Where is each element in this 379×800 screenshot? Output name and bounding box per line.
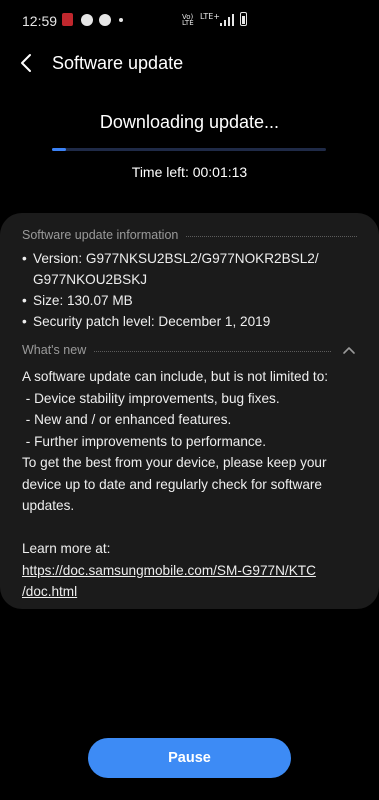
whats-new-line: A software update can include, but is no…: [22, 369, 329, 384]
lte-plus-icon: LTE+: [200, 12, 220, 21]
update-info-card: Software update information • Version: G9…: [0, 213, 379, 609]
whats-new-line: [22, 517, 367, 539]
list-item: • Size: 130.07 MB: [22, 293, 133, 308]
list-item: • Security patch level: December 1, 2019: [22, 314, 271, 329]
download-status: Downloading update...: [99, 112, 280, 132]
info-list: • Version: G977NKSU2BSL2/G977NOKR2BSL2/ G…: [22, 248, 362, 332]
divider: [94, 350, 331, 352]
info-section-header: Software update information: [22, 226, 357, 244]
messenger-icon: [81, 14, 93, 26]
time-left: Time left: 00:01:13: [131, 164, 248, 180]
divider: [186, 235, 357, 237]
whats-new-line: - New and / or enhanced features.: [22, 412, 232, 427]
chevron-up-icon[interactable]: [341, 342, 357, 358]
battery-icon: [240, 12, 247, 26]
list-item: G977NKOU2BSKJ: [33, 272, 148, 287]
app-notification-icon: [62, 13, 73, 26]
pause-button[interactable]: Pause: [88, 738, 291, 778]
download-progress-bar: [52, 148, 326, 151]
back-button[interactable]: [14, 50, 40, 76]
whats-new-line: To get the best from your device, please…: [22, 455, 327, 470]
learn-more-link[interactable]: https://doc.samsungmobile.com/SM-G977N/K…: [22, 560, 367, 582]
dot-icon: [119, 18, 123, 22]
status-time: 12:59: [22, 13, 58, 29]
link-line[interactable]: https://doc.samsungmobile.com/SM-G977N/K…: [22, 563, 316, 578]
messenger-icon: [99, 14, 111, 26]
whats-new-line: device up to date and regularly check fo…: [22, 476, 322, 492]
back-arrow-icon: [21, 54, 31, 72]
learn-more-label: Learn more at:: [22, 541, 111, 556]
whats-new-body: A software update can include, but is no…: [22, 366, 367, 603]
volte-icon: Vo) LTE: [182, 13, 194, 27]
whats-new-line: - Device stability improvements, bug fix…: [22, 390, 280, 406]
app-header: Software update: [0, 44, 379, 84]
whats-new-line: updates.: [22, 498, 75, 513]
learn-more-link-cont[interactable]: /doc.html: [22, 581, 367, 603]
page-title: Software update: [52, 53, 184, 73]
whats-new-line: - Further improvements to performance.: [22, 433, 267, 449]
info-section-title: Software update information: [22, 228, 179, 242]
download-progress-fill: [52, 148, 66, 151]
link-line[interactable]: /doc.html: [22, 584, 77, 599]
list-item: • Version: G977NKSU2BSL2/G977NOKR2BSL2/: [22, 251, 319, 266]
whats-new-header[interactable]: What's new: [22, 341, 357, 359]
status-bar: 12:59 Vo) LTE LTE+: [0, 0, 379, 40]
signal-icon: [220, 14, 234, 26]
whats-new-title: What's new: [22, 343, 87, 357]
